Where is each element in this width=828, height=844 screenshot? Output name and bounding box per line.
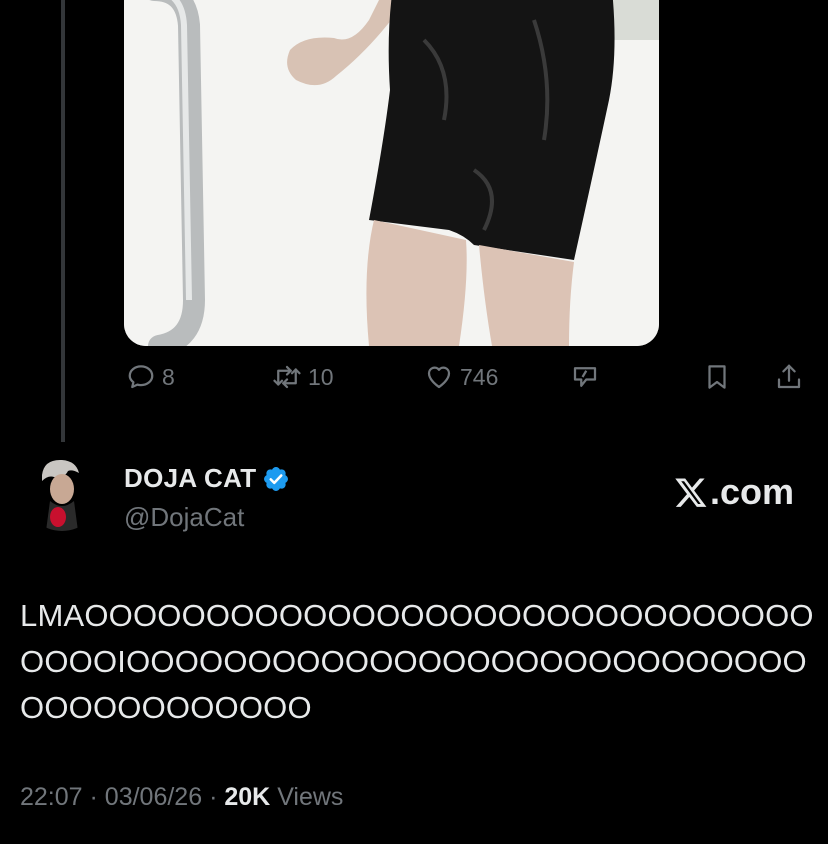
bookmark-icon (708, 365, 726, 389)
reply-button[interactable]: 8 (126, 362, 175, 392)
tweet-media-photo[interactable] (124, 0, 659, 346)
x-com-watermark: .com (674, 471, 794, 513)
like-count: 746 (460, 363, 499, 390)
author-handle[interactable]: @DojaCat (124, 502, 244, 533)
retweet-count: 10 (308, 363, 334, 390)
views-label: Views (277, 783, 344, 811)
retweet-icon (273, 365, 301, 389)
views-count: 20K (224, 783, 271, 811)
share-icon (777, 364, 801, 389)
reply-icon (128, 365, 154, 389)
grok-button[interactable] (570, 362, 600, 392)
verified-badge-icon (264, 466, 289, 491)
retweet-button[interactable]: 10 (272, 362, 334, 392)
share-button[interactable] (774, 362, 804, 392)
x-logo-icon (675, 478, 707, 507)
meta-separator: · (89, 783, 98, 811)
brand-domain-suffix: .com (709, 471, 794, 512)
bookmark-button[interactable] (702, 362, 732, 392)
reply-count: 8 (162, 363, 175, 390)
avatar[interactable] (24, 455, 100, 531)
author-header: DOJA CAT @DojaCat .com (0, 455, 828, 545)
like-button[interactable]: 746 (424, 362, 498, 392)
meta-separator: · (209, 783, 218, 811)
tweet-meta: 22:07 · 03/06/26 · 20K Views (20, 783, 343, 812)
author-display-name[interactable]: DOJA CAT (124, 463, 256, 494)
tweet-date[interactable]: 03/06/26 (105, 783, 202, 811)
tweet-text: LMAOOOOOOOOOOOOOOOOOOOOOOOOOOOOOOOOOOIOO… (20, 598, 814, 725)
tweet-action-bar: 8 10 746 (0, 362, 828, 402)
tweet-time[interactable]: 22:07 (20, 783, 83, 811)
like-icon (427, 366, 451, 389)
author-name-row[interactable]: DOJA CAT (124, 463, 290, 494)
grok-icon (573, 367, 597, 387)
